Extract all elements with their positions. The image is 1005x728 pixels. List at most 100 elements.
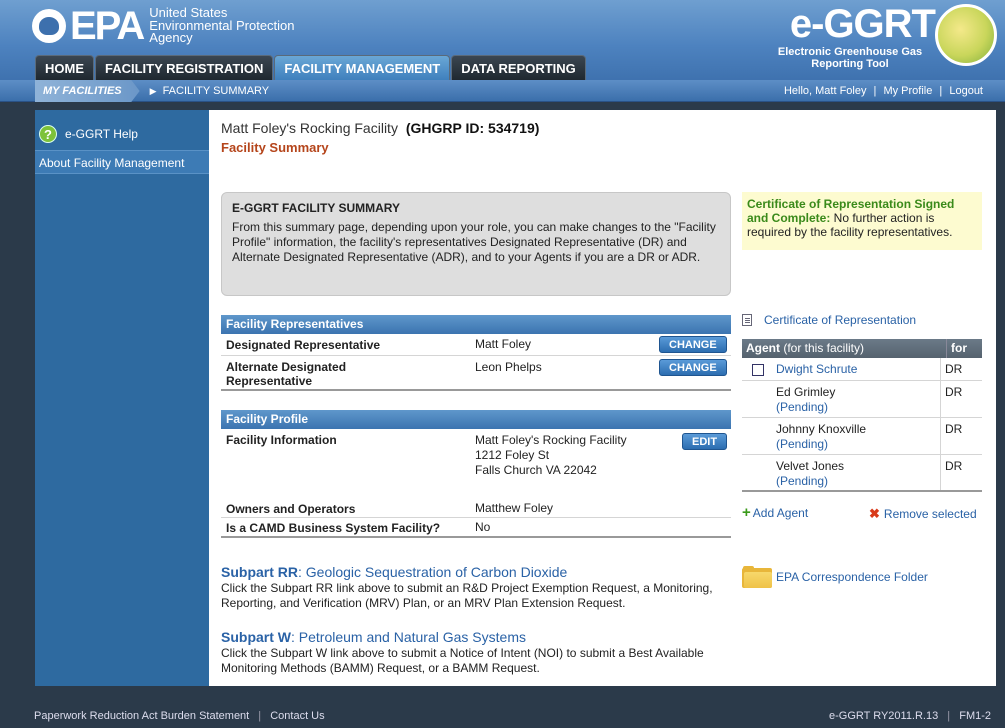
facility-info-value: Matt Foley's Rocking Facility 1212 Foley… [475,433,627,478]
facility-representatives: Facility Representatives Designated Repr… [221,315,731,391]
correspondence-folder-link[interactable]: EPA Correspondence Folder [742,566,928,588]
header: EPA United States Environmental Protecti… [0,0,1005,84]
breadcrumb-my-facilities[interactable]: MY FACILITIES [35,80,140,102]
adr-label: Alternate Designated Representative [226,360,347,388]
change-adr-button[interactable]: CHANGE [659,359,727,376]
agent-checkbox[interactable] [752,364,764,376]
epa-logo[interactable]: EPA United States Environmental Protecti… [32,6,295,46]
help-question-icon: ? [39,125,57,143]
help-link[interactable]: ? e-GGRT Help [35,110,209,148]
sidebar-item-about[interactable]: About Facility Management [35,150,209,174]
greeting: Hello, Matt Foley [783,85,867,97]
camd-label: Is a CAMD Business System Facility? [226,521,441,535]
tab-facility-management[interactable]: FACILITY MANAGEMENT [274,55,451,80]
table-row: Designated Representative Matt Foley CHA… [221,334,731,356]
edit-facility-button[interactable]: EDIT [682,433,728,450]
agent-role: DR [945,459,963,473]
eggrt-emblem-icon [935,4,997,66]
subnav: MY FACILITIES ▶ FACILITY SUMMARY Hello, … [0,80,1005,102]
owners-label: Owners and Operators [226,502,356,516]
owners-value: Matthew Foley [475,501,554,515]
user-links: Hello, Matt Foley | My Profile | Logout [784,80,983,102]
paperwork-link[interactable]: Paperwork Reduction Act Burden Statement [34,710,249,722]
subpart-rr-link[interactable]: Subpart RR: Geologic Sequestration of Ca… [221,564,741,581]
logout-link[interactable]: Logout [949,85,983,97]
help-label: e-GGRT Help [65,127,138,141]
facility-info-line: Matt Foley's Rocking Facility [475,433,627,447]
separator: | [258,710,262,722]
contact-us-link[interactable]: Contact Us [270,710,324,722]
agent-name-text: Ed Grimley [776,385,836,399]
for-column-header: for [946,339,967,358]
column-divider [940,358,941,380]
sidebar: ? e-GGRT Help About Facility Management [35,110,209,686]
adr-value: Leon Phelps [475,360,542,374]
table-row: Alternate Designated Representative Leon… [221,356,731,391]
my-profile-link[interactable]: My Profile [883,85,932,97]
add-agent-link[interactable]: + Add Agent [742,504,808,521]
camd-value: No [475,520,491,534]
table-row: Dwight Schrute DR [742,358,982,381]
agent-column-header: Agent (for this facility) [746,339,864,358]
separator: | [947,710,951,722]
subpart-w: Subpart W: Petroleum and Natural Gas Sys… [221,629,741,676]
dr-value: Matt Foley [475,337,532,351]
certificate-notice: Certificate of Representation Signed and… [742,192,982,250]
summary-box: E-GGRT FACILITY SUMMARY From this summar… [221,192,731,296]
agent-role: DR [945,422,963,436]
table-row: Velvet Jones (Pending) DR [742,455,982,492]
table-row: Is a CAMD Business System Facility? No [221,518,731,538]
correspondence-folder-label: EPA Correspondence Folder [776,570,928,584]
agent-col-label: Agent [746,341,780,355]
agent-name-text: Velvet Jones [776,459,845,473]
remove-x-icon: ✖ [869,506,880,521]
column-divider [940,455,941,490]
agent-status: (Pending) [776,474,829,488]
screen-id: FM1-2 [959,710,991,722]
subpart-rr: Subpart RR: Geologic Sequestration of Ca… [221,564,741,611]
subpart-w-code: Subpart W [221,629,291,645]
summary-title: E-GGRT FACILITY SUMMARY [232,201,400,215]
page-title: Matt Foley's Rocking Facility (GHGRP ID:… [221,120,539,136]
column-divider [940,418,941,454]
agent-status: (Pending) [776,400,829,414]
footer-version: e-GGRT RY2011.R.13 | FM1-2 [829,710,991,722]
agent-name-text: Johnny Knoxville [776,422,867,436]
agent-name: Johnny Knoxville (Pending) [776,422,866,452]
agent-role: DR [945,385,963,399]
certificate-link-label: Certificate of Representation [764,313,917,327]
subpart-w-link[interactable]: Subpart W: Petroleum and Natural Gas Sys… [221,629,741,646]
agent-status: (Pending) [776,437,829,451]
section-header: Facility Representatives [221,315,731,334]
subpart-rr-name: : Geologic Sequestration of Carbon Dioxi… [298,564,568,580]
facility-profile: Facility Profile Facility Information Ma… [221,410,731,538]
agency-name: United States Environmental Protection A… [149,7,294,45]
summary-text: From this summary page, depending upon y… [232,220,716,264]
footer-links: Paperwork Reduction Act Burden Statement… [34,710,325,722]
remove-selected-link[interactable]: ✖ Remove selected [869,506,977,522]
folder-icon [742,566,772,588]
plus-icon: + [742,504,751,521]
table-row: Facility Information Matt Foley's Rockin… [221,429,731,500]
ghgrp-id: (GHGRP ID: 534719) [405,120,540,136]
breadcrumb: MY FACILITIES ▶ FACILITY SUMMARY [35,80,269,102]
subpart-w-desc: Click the Subpart W link above to submit… [221,646,704,675]
tab-facility-registration[interactable]: FACILITY REGISTRATION [95,55,274,80]
agent-role: DR [945,362,963,376]
facility-info-label: Facility Information [226,433,337,447]
agent-name: Velvet Jones (Pending) [776,459,844,489]
tab-home[interactable]: HOME [35,55,94,80]
agent-col-sub: (for this facility) [780,341,865,355]
tab-data-reporting[interactable]: DATA REPORTING [451,55,586,80]
separator: | [939,85,943,97]
version-text: e-GGRT RY2011.R.13 [828,710,939,722]
table-row: Ed Grimley (Pending) DR [742,381,982,418]
table-row: Johnny Knoxville (Pending) DR [742,418,982,455]
agent-name-link[interactable]: Dwight Schrute [776,362,857,377]
main-content: Matt Foley's Rocking Facility (GHGRP ID:… [209,110,996,686]
certificate-link[interactable]: Certificate of Representation [742,313,916,327]
change-dr-button[interactable]: CHANGE [659,336,727,353]
section-header: Facility Profile [221,410,731,429]
subpart-rr-code: Subpart RR [221,564,298,580]
facility-info-line: 1212 Foley St [475,448,550,462]
